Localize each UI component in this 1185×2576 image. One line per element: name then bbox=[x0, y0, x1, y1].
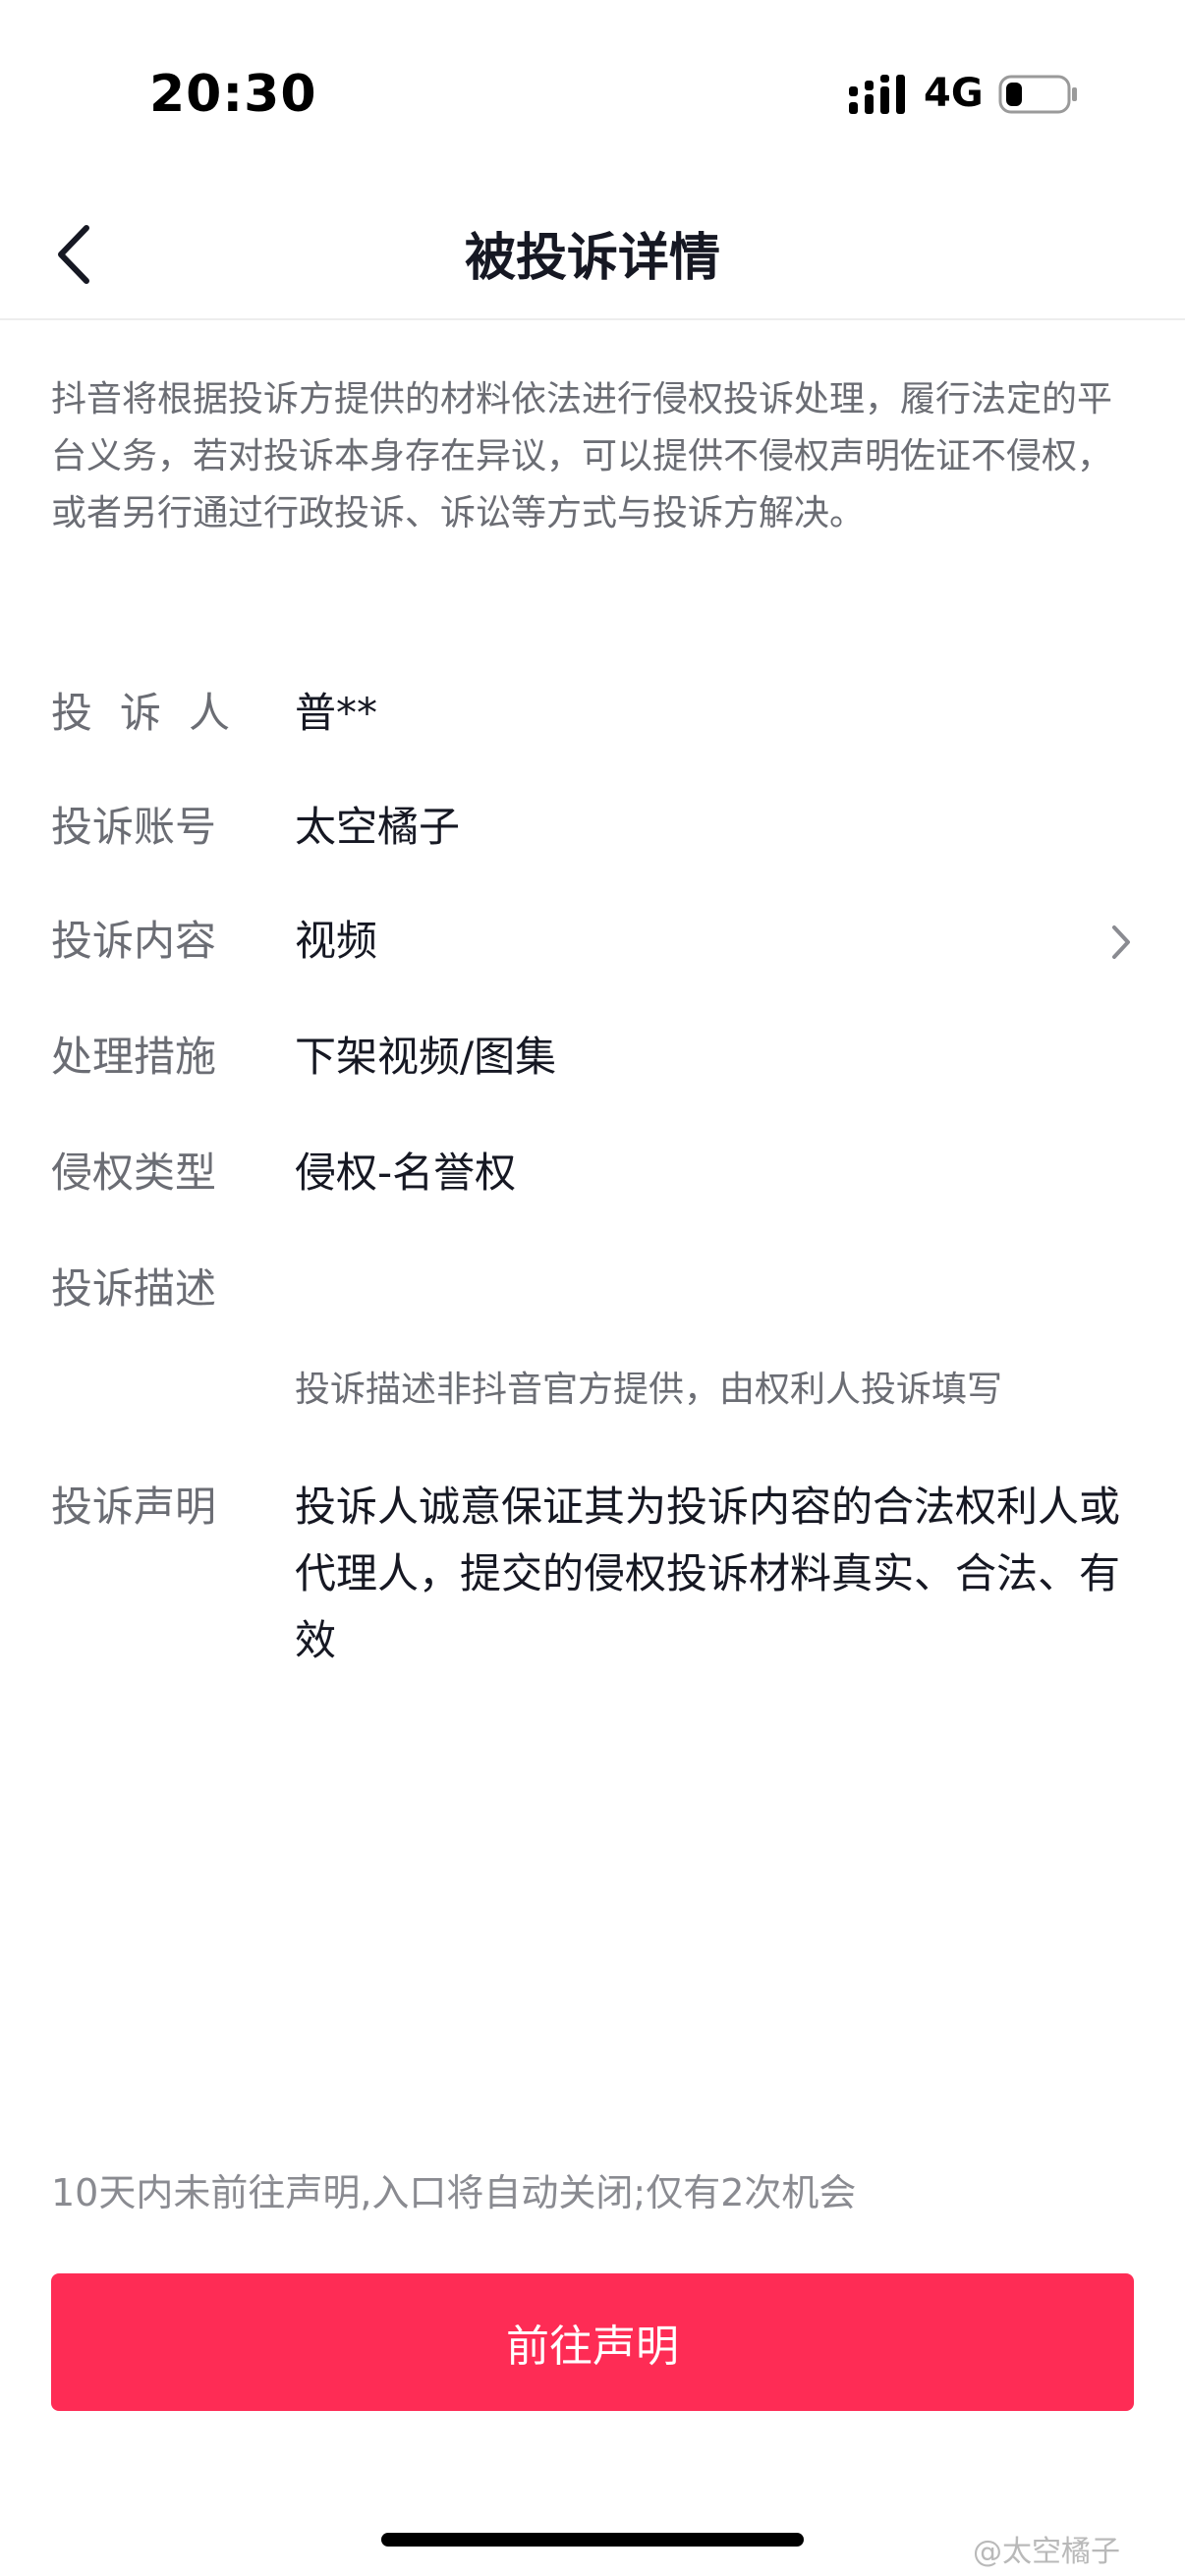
measure-label: 处理措施 bbox=[51, 1033, 217, 1081]
deadline-note: 10天内未前往声明,入口将自动关闭;仅有2次机会 bbox=[51, 2171, 857, 2214]
nav-bar: 被投诉详情 bbox=[0, 187, 1185, 320]
statement-label: 投诉声明 bbox=[51, 1483, 217, 1531]
complainant-value: 普** bbox=[295, 689, 378, 737]
type-value: 侵权-名誉权 bbox=[295, 1148, 517, 1197]
type-label: 侵权类型 bbox=[51, 1148, 217, 1197]
home-indicator bbox=[381, 2533, 804, 2547]
signal-icon bbox=[849, 75, 905, 114]
statement-value: 投诉人诚意保证其为投诉内容的合法权利人或代理人，提交的侵权投诉材料真实、合法、有… bbox=[295, 1483, 1121, 1664]
status-bar: 20:30 4G bbox=[0, 0, 1185, 187]
page-title: 被投诉详情 bbox=[464, 229, 720, 288]
measure-value: 下架视频/图集 bbox=[295, 1033, 557, 1081]
account-label: 投诉账号 bbox=[51, 803, 217, 851]
network-label: 4G bbox=[924, 71, 984, 116]
description-label: 投诉描述 bbox=[51, 1264, 217, 1313]
battery-icon bbox=[998, 75, 1077, 114]
intro-text: 抖音将根据投诉方提供的材料依法进行侵权投诉处理，履行法定的平台义务，若对投诉本身… bbox=[51, 379, 1113, 533]
content-value: 视频 bbox=[295, 917, 378, 965]
account-value: 太空橘子 bbox=[295, 803, 461, 851]
watermark: @太空橘子 bbox=[973, 2535, 1120, 2569]
content-label: 投诉内容 bbox=[51, 917, 217, 965]
chevron-right-icon bbox=[1112, 925, 1130, 959]
go-declare-button[interactable]: 前往声明 bbox=[51, 2273, 1134, 2411]
content-row[interactable]: 投诉内容 视频 bbox=[51, 912, 1136, 971]
status-time: 20:30 bbox=[149, 65, 317, 124]
description-note: 投诉描述非抖音官方提供，由权利人投诉填写 bbox=[295, 1370, 1003, 1410]
complainant-label: 投诉人 bbox=[51, 689, 258, 737]
